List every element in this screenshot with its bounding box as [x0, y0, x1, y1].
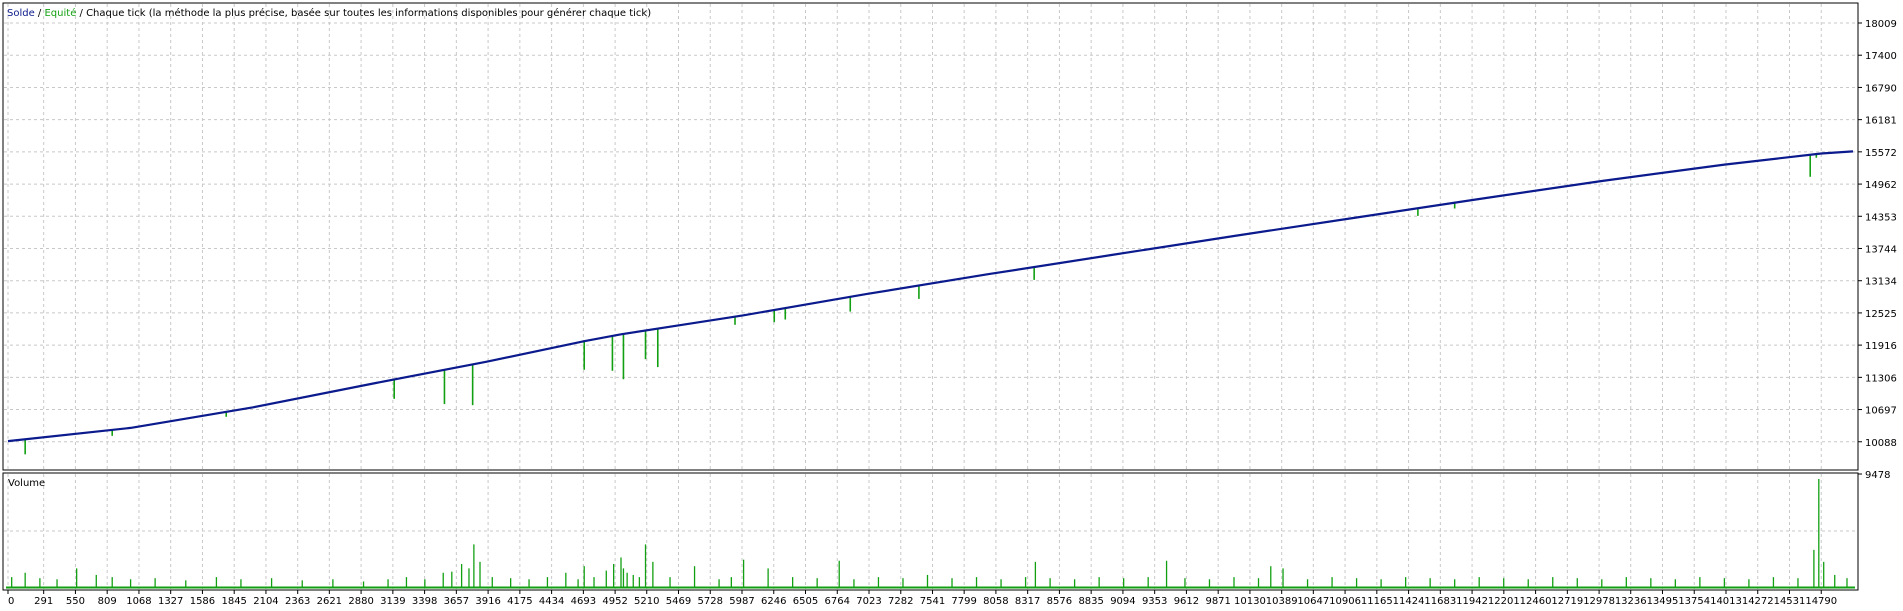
x-tick-label: 8058 — [983, 596, 1008, 607]
x-tick-label: 3916 — [475, 596, 500, 607]
legend-separator: / — [35, 8, 45, 19]
x-tick-label: 14790 — [1805, 596, 1837, 607]
y-tick-label: 12525 — [1865, 309, 1897, 320]
y-tick-label: 11306 — [1865, 373, 1897, 384]
y-tick-label: 11916 — [1865, 341, 1897, 352]
x-tick-label: 10906 — [1329, 596, 1361, 607]
x-tick-label: 12719 — [1551, 596, 1583, 607]
x-tick-label: 0 — [8, 596, 14, 607]
legend-balance: Solde — [7, 8, 35, 19]
strategy-tester-graph: 18009 17400 16790 16181 15572 14962 14353 13744… — [2, 2, 1897, 607]
x-tick-label: 2880 — [348, 596, 373, 607]
x-tick-label: 13754 — [1678, 596, 1710, 607]
y-tick-label: 10088 — [1865, 438, 1897, 449]
x-tick-label: 12201 — [1488, 596, 1520, 607]
x-tick-label: 3398 — [412, 596, 437, 607]
x-tick-label: 4952 — [602, 596, 627, 607]
x-tick-label: 1845 — [221, 596, 246, 607]
x-tick-label: 10647 — [1297, 596, 1329, 607]
x-tick-label: 6505 — [793, 596, 818, 607]
x-tick-label: 12460 — [1520, 596, 1552, 607]
x-tick-label: 5728 — [698, 596, 723, 607]
x-tick-label: 6246 — [761, 596, 786, 607]
x-tick-label: 7023 — [856, 596, 881, 607]
y-axis: 18009 17400 16790 16181 15572 14962 14353 13744… — [1858, 19, 1897, 481]
y-tick-label: 17400 — [1865, 51, 1897, 62]
y-tick-label: 9478 — [1865, 470, 1890, 481]
main-panel-grid — [4, 4, 1857, 469]
x-tick-label: 11683 — [1424, 596, 1456, 607]
x-tick-label: 291 — [34, 596, 53, 607]
equity-series — [7, 150, 1854, 455]
x-tick-label: 11165 — [1361, 596, 1393, 607]
x-tick-label: 5469 — [666, 596, 691, 607]
volume-panel-title: Volume — [8, 478, 45, 489]
legend-model: Chaque tick (la méthode la plus précise,… — [86, 7, 651, 19]
x-tick-label: 10130 — [1234, 596, 1266, 607]
x-tick-label: 1068 — [126, 596, 151, 607]
y-tick-label: 15572 — [1865, 148, 1897, 159]
volume-series — [6, 479, 1855, 589]
y-tick-label: 13134 — [1865, 277, 1897, 288]
x-tick-label: 9353 — [1142, 596, 1167, 607]
x-tick-label: 8835 — [1078, 596, 1103, 607]
x-tick-label: 2621 — [317, 596, 342, 607]
x-tick-label: 7799 — [951, 596, 976, 607]
x-tick-label: 11424 — [1393, 596, 1425, 607]
x-tick-label: 2363 — [285, 596, 310, 607]
y-tick-label: 14962 — [1865, 180, 1897, 191]
x-tick-label: 14013 — [1710, 596, 1742, 607]
x-tick-label: 14531 — [1774, 596, 1806, 607]
x-tick-label: 2104 — [253, 596, 278, 607]
x-tick-label: 1586 — [190, 596, 215, 607]
x-tick-label: 809 — [98, 596, 117, 607]
x-tick-label: 9612 — [1174, 596, 1199, 607]
legend-separator: / — [76, 8, 86, 19]
x-tick-label: 5210 — [634, 596, 659, 607]
x-tick-label: 7541 — [920, 596, 945, 607]
y-tick-label: 16181 — [1865, 116, 1897, 127]
x-tick-label: 13495 — [1647, 596, 1679, 607]
x-tick-label: 3139 — [380, 596, 405, 607]
x-tick-label: 4175 — [507, 596, 532, 607]
y-tick-label: 10697 — [1865, 406, 1897, 417]
chart-legend: Solde / Equité / Chaque tick (la méthode… — [7, 7, 651, 19]
volume-panel-grid — [4, 474, 1857, 589]
balance-line — [7, 150, 1854, 443]
x-tick-label: 1327 — [158, 596, 183, 607]
y-tick-label: 13744 — [1865, 244, 1897, 255]
x-tick-label: 8317 — [1015, 596, 1040, 607]
equity-line — [7, 150, 1854, 442]
x-tick-label: 10389 — [1266, 596, 1298, 607]
x-tick-label: 6764 — [825, 596, 850, 607]
x-tick-label: 13236 — [1615, 596, 1647, 607]
balance-series — [7, 150, 1854, 443]
x-tick-label: 7282 — [888, 596, 913, 607]
y-tick-label: 18009 — [1865, 19, 1897, 30]
legend-equity: Equité — [44, 7, 76, 19]
x-tick-label: 5987 — [729, 596, 754, 607]
x-tick-label: 3657 — [444, 596, 469, 607]
main-panel-frame — [2, 2, 1859, 471]
x-axis: 0 291 550 809 1068 1327 1586 1845 2104 2363 2621 28… — [7, 590, 1837, 607]
x-tick-label: 550 — [66, 596, 85, 607]
x-tick-label: 9094 — [1110, 596, 1135, 607]
y-tick-label: 14353 — [1865, 212, 1897, 223]
x-tick-label: 11942 — [1456, 596, 1488, 607]
x-tick-label: 12978 — [1583, 596, 1615, 607]
y-tick-label: 16790 — [1865, 83, 1897, 94]
x-tick-label: 14272 — [1742, 596, 1774, 607]
x-tick-label: 4693 — [571, 596, 596, 607]
x-tick-label: 8576 — [1047, 596, 1072, 607]
x-tick-label: 4434 — [539, 596, 564, 607]
x-tick-label: 9871 — [1205, 596, 1230, 607]
